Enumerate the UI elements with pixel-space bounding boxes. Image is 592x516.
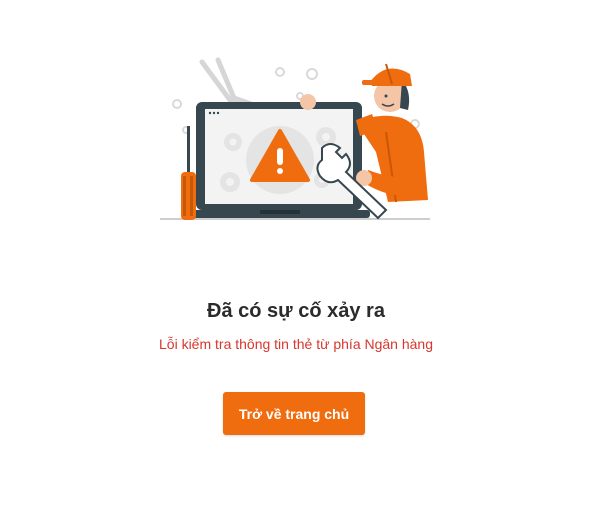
error-illustration bbox=[150, 52, 440, 227]
back-to-home-button[interactable]: Trở về trang chủ bbox=[223, 392, 365, 435]
error-title: Đã có sự cố xảy ra bbox=[207, 300, 385, 322]
screwdriver-icon bbox=[181, 126, 196, 220]
error-message: Lỗi kiểm tra thông tin thẻ từ phía Ngân … bbox=[159, 336, 433, 352]
